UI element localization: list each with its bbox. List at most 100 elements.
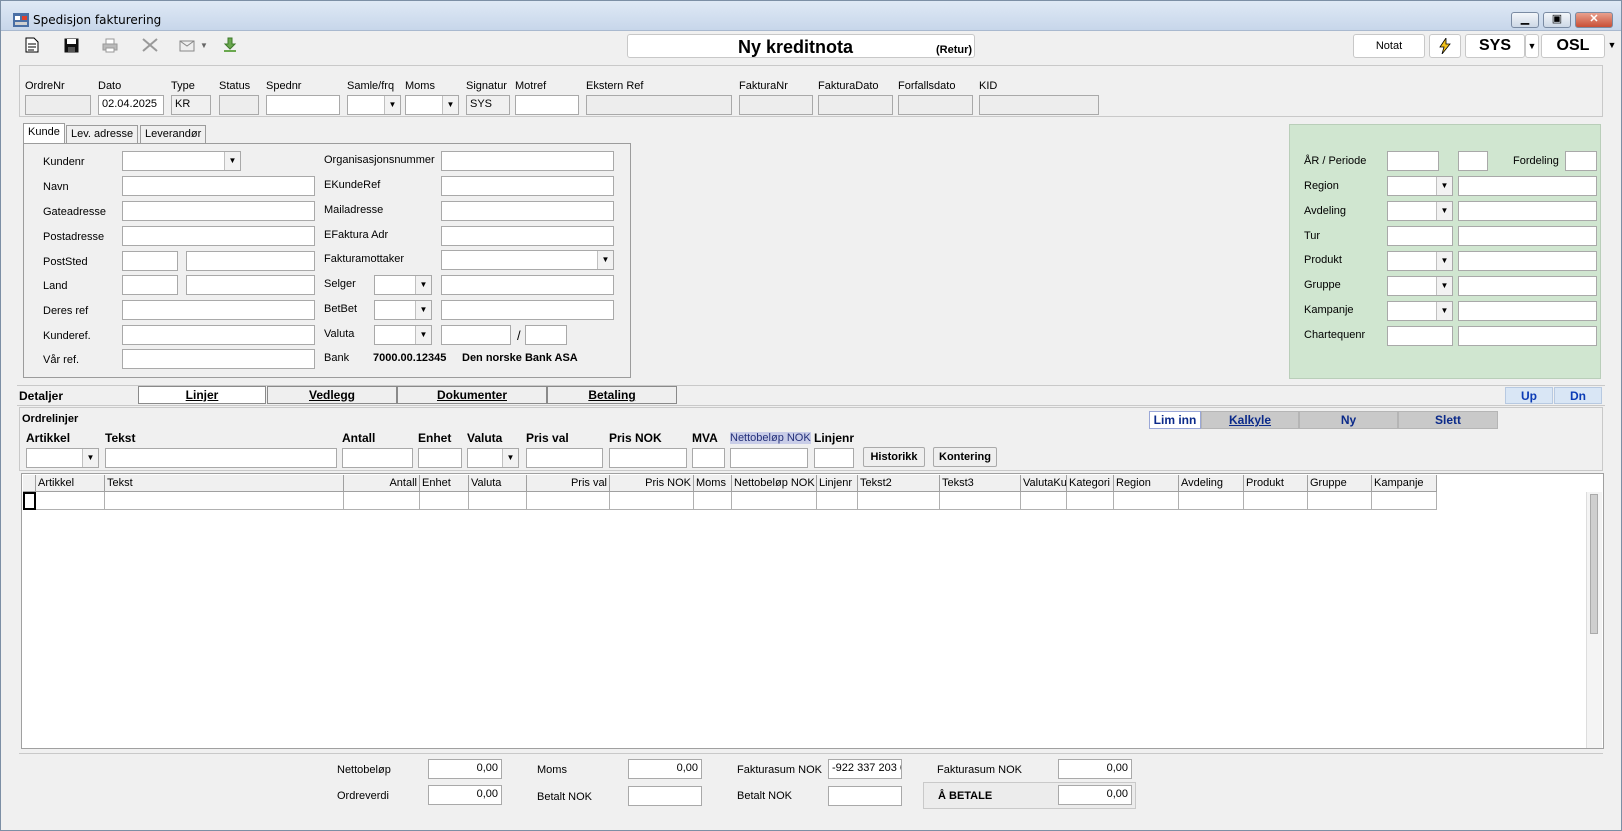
grid-cell[interactable] bbox=[1244, 492, 1308, 510]
tekst-field[interactable] bbox=[105, 448, 337, 468]
tab-dokumenter[interactable]: Dokumenter bbox=[397, 386, 547, 404]
dato-field[interactable]: 02.04.2025 bbox=[98, 95, 164, 115]
fakturadato-field[interactable] bbox=[818, 95, 893, 115]
navn-field[interactable] bbox=[122, 176, 315, 196]
avdeling-name-field[interactable] bbox=[1458, 201, 1597, 221]
grid-cell[interactable] bbox=[1179, 492, 1244, 510]
historikk-button[interactable]: Historikk bbox=[863, 447, 925, 467]
grid-cell[interactable] bbox=[940, 492, 1021, 510]
kunderef-field[interactable] bbox=[122, 325, 315, 345]
grid-cell[interactable] bbox=[36, 492, 105, 510]
mail-dropdown-icon[interactable]: ▼ bbox=[199, 36, 209, 54]
new-document-icon[interactable] bbox=[23, 36, 41, 54]
kalkyle-button[interactable]: Kalkyle bbox=[1201, 411, 1299, 429]
moms-total-field[interactable]: 0,00 bbox=[628, 759, 702, 779]
betalt-nok-2-field[interactable] bbox=[828, 786, 902, 806]
user-dropdown-icon[interactable]: ▼ bbox=[1525, 34, 1539, 58]
user-button[interactable]: SYS bbox=[1465, 34, 1525, 58]
grid-cell[interactable] bbox=[1114, 492, 1179, 510]
grid-cell[interactable] bbox=[1308, 492, 1372, 510]
organisasjonsnummer-field[interactable] bbox=[441, 151, 614, 171]
type-field[interactable]: KR bbox=[171, 95, 211, 115]
mva-field[interactable] bbox=[692, 448, 725, 468]
valuta-select[interactable]: ▼ bbox=[374, 325, 432, 345]
ekunderef-field[interactable] bbox=[441, 176, 614, 196]
selger-select[interactable]: ▼ bbox=[374, 275, 432, 295]
region-name-field[interactable] bbox=[1458, 176, 1597, 196]
tab-betaling[interactable]: Betaling bbox=[547, 386, 677, 404]
grid-header[interactable]: Artikkel bbox=[36, 475, 105, 492]
grid-header[interactable]: Moms bbox=[694, 475, 732, 492]
lim-inn-button[interactable]: Lim inn bbox=[1149, 411, 1201, 429]
samle-select[interactable]: ▼ bbox=[347, 95, 401, 115]
grid-header[interactable]: Tekst bbox=[105, 475, 344, 492]
forfallsdato-field[interactable] bbox=[898, 95, 973, 115]
grid-cell[interactable] bbox=[732, 492, 817, 510]
grid-cell[interactable] bbox=[527, 492, 610, 510]
moms-select[interactable]: ▼ bbox=[405, 95, 459, 115]
slett-button[interactable]: Slett bbox=[1398, 411, 1498, 429]
tools-icon[interactable] bbox=[141, 36, 159, 54]
betbet-name-field[interactable] bbox=[441, 300, 614, 320]
grid-header[interactable]: ValutaKu bbox=[1021, 475, 1067, 492]
kontering-button[interactable]: Kontering bbox=[933, 447, 997, 467]
region-select[interactable]: ▼ bbox=[1387, 176, 1453, 196]
nettobelop-nok-field[interactable] bbox=[730, 448, 808, 468]
tur-field[interactable] bbox=[1387, 226, 1453, 246]
grid-cell[interactable] bbox=[105, 492, 344, 510]
scrollbar-thumb[interactable] bbox=[1590, 494, 1598, 634]
order-lines-grid[interactable]: Artikkel Tekst Antall Enhet Valuta Pris … bbox=[21, 473, 1604, 749]
grid-header[interactable]: Pris val bbox=[527, 475, 610, 492]
grid-cell[interactable] bbox=[1372, 492, 1437, 510]
grid-header[interactable]: Tekst2 bbox=[858, 475, 940, 492]
ordrenr-field[interactable] bbox=[25, 95, 91, 115]
valuta-enhet-field[interactable] bbox=[525, 325, 567, 345]
minimize-button[interactable]: ▁ bbox=[1511, 12, 1539, 28]
mailadresse-field[interactable] bbox=[441, 201, 614, 221]
periode-field[interactable] bbox=[1458, 151, 1488, 171]
grid-header[interactable]: Nettobeløp NOK bbox=[732, 475, 817, 492]
grid-header[interactable]: Antall bbox=[344, 475, 420, 492]
antall-field[interactable] bbox=[342, 448, 413, 468]
tab-lev-adresse[interactable]: Lev. adresse bbox=[66, 125, 139, 143]
efaktura-adr-field[interactable] bbox=[441, 226, 614, 246]
var-ref-field[interactable] bbox=[122, 349, 315, 369]
kampanje-name-field[interactable] bbox=[1458, 301, 1597, 321]
linjenr-field[interactable] bbox=[814, 448, 854, 468]
ar-field[interactable] bbox=[1387, 151, 1439, 171]
print-icon[interactable] bbox=[101, 36, 119, 54]
ny-button[interactable]: Ny bbox=[1299, 411, 1398, 429]
produkt-select[interactable]: ▼ bbox=[1387, 251, 1453, 271]
land-field[interactable] bbox=[186, 275, 315, 295]
grid-cell[interactable] bbox=[817, 492, 858, 510]
signatur-field[interactable]: SYS bbox=[466, 95, 510, 115]
tur-name-field[interactable] bbox=[1458, 226, 1597, 246]
download-icon[interactable] bbox=[221, 36, 239, 54]
kundenr-select[interactable]: ▼ bbox=[122, 151, 241, 171]
site-button[interactable]: OSL bbox=[1541, 34, 1605, 58]
save-icon[interactable] bbox=[62, 36, 80, 54]
grid-header[interactable]: Enhet bbox=[420, 475, 469, 492]
deres-ref-field[interactable] bbox=[122, 300, 315, 320]
down-button[interactable]: Dn bbox=[1554, 387, 1602, 404]
notat-button[interactable]: Notat bbox=[1353, 34, 1425, 58]
grid-header[interactable]: Kampanje bbox=[1372, 475, 1437, 492]
avdeling-select[interactable]: ▼ bbox=[1387, 201, 1453, 221]
valuta-line-select[interactable]: ▼ bbox=[467, 448, 519, 468]
up-button[interactable]: Up bbox=[1505, 387, 1553, 404]
fakturasum-2-field[interactable]: 0,00 bbox=[1058, 759, 1132, 779]
grid-header[interactable]: Avdeling bbox=[1179, 475, 1244, 492]
pris-nok-field[interactable] bbox=[609, 448, 687, 468]
grid-cell[interactable] bbox=[1067, 492, 1114, 510]
fakturasum-field[interactable]: -922 337 203 6 bbox=[828, 759, 902, 779]
tab-vedlegg[interactable]: Vedlegg bbox=[267, 386, 397, 404]
fakturamottaker-select[interactable]: ▼ bbox=[441, 250, 614, 270]
grid-header[interactable]: Gruppe bbox=[1308, 475, 1372, 492]
enhet-field[interactable] bbox=[418, 448, 462, 468]
status-field[interactable] bbox=[219, 95, 259, 115]
row-selector[interactable] bbox=[23, 492, 36, 510]
betbet-select[interactable]: ▼ bbox=[374, 300, 432, 320]
grid-cell[interactable] bbox=[469, 492, 527, 510]
grid-cell[interactable] bbox=[1021, 492, 1067, 510]
grid-cell[interactable] bbox=[344, 492, 420, 510]
